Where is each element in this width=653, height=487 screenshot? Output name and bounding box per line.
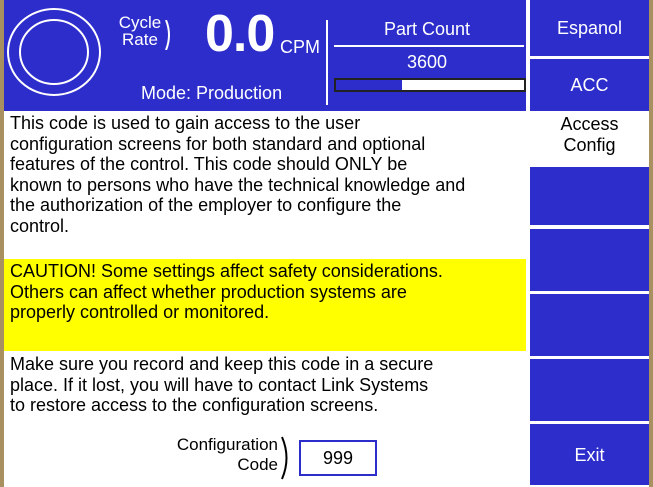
mode-status: Mode: Production: [141, 83, 283, 103]
cycle-label-line1: Cycle: [118, 13, 162, 32]
rate-dial-icon: [7, 8, 101, 96]
cycle-rate-label: Cycle Rate: [110, 14, 170, 48]
configuration-code-field[interactable]: 999: [299, 440, 377, 476]
header-divider: [326, 20, 328, 105]
side-button-blank-4[interactable]: [530, 359, 649, 421]
screen-title-line2: Config: [563, 135, 616, 155]
cycle-rate-unit: CPM: [280, 37, 320, 57]
config-label-line2: Code: [237, 455, 278, 474]
configuration-code-label: Configuration Code: [158, 435, 278, 475]
part-count-title: Part Count: [383, 19, 471, 39]
config-label-line1: Configuration: [176, 435, 278, 454]
caution-text: CAUTION! Some settings affect safety con…: [4, 259, 526, 351]
rate-label-line2: Rate: [122, 30, 158, 49]
screen-title-line1: Access: [560, 114, 619, 134]
espanol-button[interactable]: Espanol: [530, 0, 649, 56]
part-count-progress-bar: [334, 78, 526, 92]
progress-fill: [336, 80, 402, 90]
side-button-blank-3[interactable]: [530, 294, 649, 356]
side-button-blank-1[interactable]: [530, 167, 649, 225]
status-header: Cycle Rate 0.0 CPM Mode: Production Part…: [4, 0, 526, 111]
side-menu: Espanol ACC Access Config Exit: [530, 0, 649, 487]
cycle-rate-value: 0.0: [205, 5, 275, 63]
note-text: Make sure you record and keep this code …: [10, 354, 434, 415]
part-count-divider: [334, 45, 524, 47]
part-count-value: 3600: [406, 52, 448, 72]
exit-button[interactable]: Exit: [530, 424, 649, 485]
bracket-icon: [165, 20, 170, 50]
side-button-blank-2[interactable]: [530, 229, 649, 291]
intro-text: This code is used to gain access to the …: [10, 113, 466, 236]
bracket-icon: [281, 436, 288, 480]
acc-button[interactable]: ACC: [530, 59, 649, 111]
screen-title: Access Config: [530, 114, 649, 156]
